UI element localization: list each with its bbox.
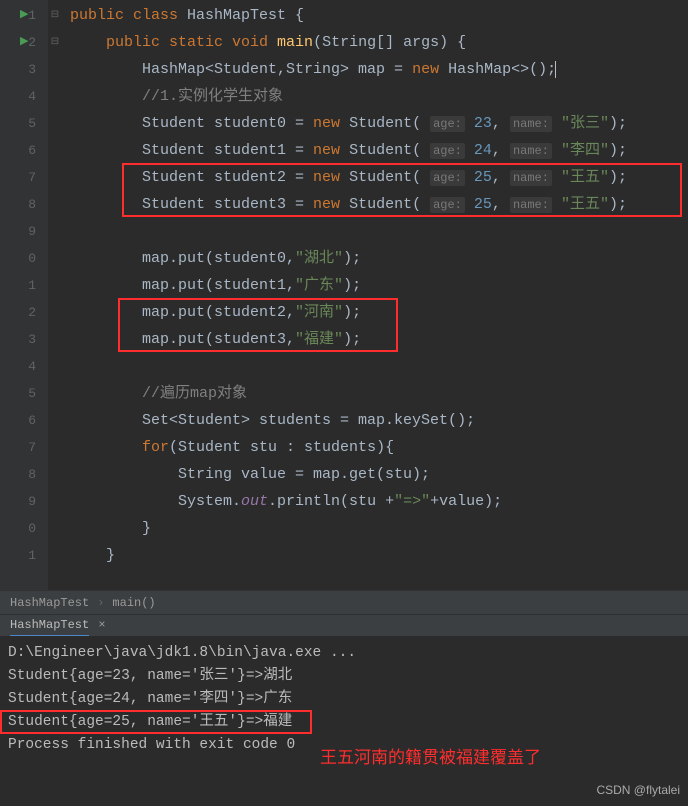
watermark-text: CSDN @flytalei: [596, 779, 680, 802]
breadcrumb-class[interactable]: HashMapTest: [10, 596, 89, 610]
run-class-icon[interactable]: ▶: [20, 2, 28, 29]
console-output[interactable]: D:\Engineer\java\jdk1.8\bin\java.exe ...…: [0, 636, 688, 806]
annotation-text: 王五河南的籍贯被福建覆盖了: [320, 746, 541, 769]
fold-icon[interactable]: ⊟: [48, 29, 62, 56]
fold-column: ⊟ ⊟: [48, 0, 62, 590]
code-area[interactable]: public class HashMapTest { public static…: [62, 0, 688, 590]
chevron-icon: ›: [97, 596, 104, 610]
breadcrumb-bar: HashMapTest › main(): [0, 590, 688, 614]
code-editor[interactable]: ▶1 ▶2 345 678 901 234 567 890 1 ⊟ ⊟ publ…: [0, 0, 688, 590]
console-line: Student{age=23, name='张三'}=>湖北: [8, 665, 680, 688]
breadcrumb-method[interactable]: main(): [112, 596, 155, 610]
run-tool-tab-bar: HashMapTest ×: [0, 614, 688, 636]
run-tab-active[interactable]: HashMapTest: [10, 618, 89, 637]
console-line: Student{age=25, name='王五'}=>福建: [8, 711, 680, 734]
console-line: D:\Engineer\java\jdk1.8\bin\java.exe ...: [8, 642, 680, 665]
line-gutter: ▶1 ▶2 345 678 901 234 567 890 1: [0, 0, 48, 590]
console-line: Student{age=24, name='李四'}=>广东: [8, 688, 680, 711]
run-method-icon[interactable]: ▶: [20, 29, 28, 56]
fold-icon[interactable]: ⊟: [48, 2, 62, 29]
close-tab-icon[interactable]: ×: [96, 618, 105, 635]
